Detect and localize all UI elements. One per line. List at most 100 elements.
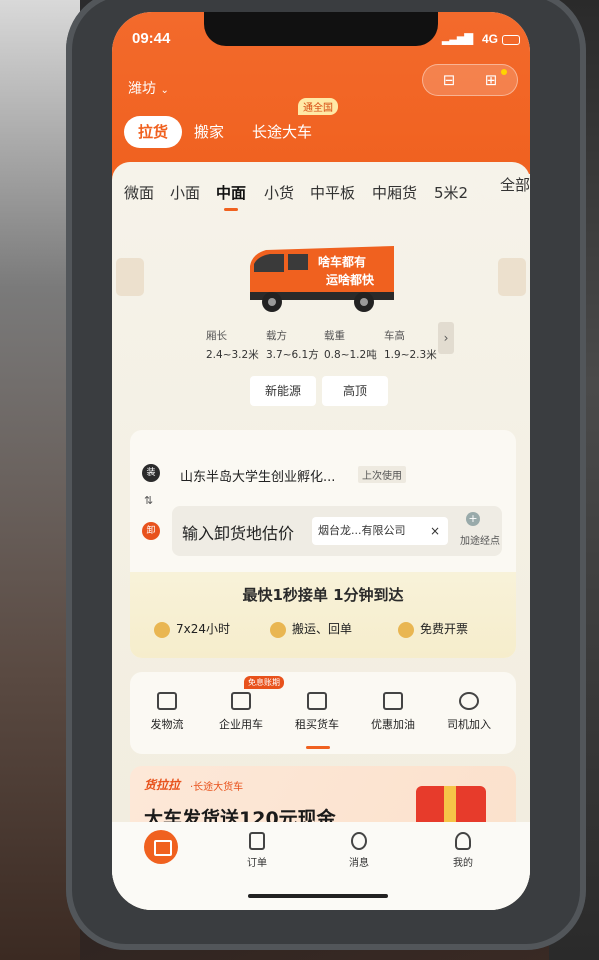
tab-label: 订单 [247, 858, 267, 869]
option-high-roof[interactable]: 高顶 [322, 376, 388, 406]
parcel-icon [157, 692, 177, 710]
service-driver-join[interactable]: 司机加入 [434, 692, 504, 732]
network-label: 4G [481, 32, 498, 46]
add-stop-label[interactable]: 加途经点 [460, 532, 500, 547]
app-screen: 09:44 ▂▃▅▇ 4G 潍坊 ⌄ ⊟ ⊞ 通全国 拉货 搬家 长途大车 微面… [112, 12, 530, 910]
spec-value: 3.7~6.1方 [266, 349, 319, 361]
header-tools: ⊟ ⊞ [422, 64, 518, 96]
services-page-indicator [306, 746, 330, 749]
service-fuel[interactable]: 优惠加油 [358, 692, 428, 732]
service-label: 司机加入 [447, 718, 491, 731]
add-stop-icon[interactable]: + [466, 512, 480, 526]
prev-vehicle-preview[interactable] [116, 258, 144, 296]
spec-label: 载重 [324, 330, 345, 342]
spec-height: 车高 1.9~2.3米 [384, 328, 437, 362]
tab-label: 消息 [349, 858, 369, 869]
vehicle-all-button[interactable]: 全部 [489, 174, 530, 195]
service-label: 企业用车 [219, 718, 263, 731]
load-address[interactable]: 山东半岛大学生创业孵化... [180, 466, 335, 485]
unload-placeholder: 输入卸货地估价 [182, 524, 295, 543]
brand-subtitle: ·长途大货车 [190, 782, 244, 793]
option-new-energy[interactable]: 新能源 [250, 376, 316, 406]
van-slogan-1: 啥车都有 [318, 254, 366, 269]
spec-value: 2.4~3.2米 [206, 349, 259, 361]
spec-length: 厢长 2.4~3.2米 [206, 328, 259, 362]
unload-address-field[interactable]: 输入卸货地估价 烟台龙...有限公司 × + 加途经点 [172, 506, 502, 556]
profile-icon [455, 832, 471, 850]
spec-load: 载重 0.8~1.2吨 [324, 328, 377, 362]
tab-profile[interactable]: 我的 [438, 832, 488, 869]
notification-dot [501, 69, 507, 75]
city-selector[interactable]: 潍坊 ⌄ [128, 78, 169, 98]
spec-label: 厢长 [206, 330, 227, 342]
vehicle-tab-xiaomian[interactable]: 小面 [170, 182, 200, 203]
order-icon [249, 832, 265, 850]
close-icon[interactable]: × [430, 517, 440, 545]
feature-invoice: 免费开票 [398, 620, 468, 638]
nationwide-badge: 通全国 [298, 98, 338, 115]
message-icon [351, 832, 367, 850]
vehicle-specs: 厢长 2.4~3.2米 载方 3.7~6.1方 载重 0.8~1.2吨 车高 1… [206, 328, 446, 364]
next-vehicle-preview[interactable] [498, 258, 526, 296]
brand-logo: 货拉拉 [144, 778, 181, 792]
last-used-tag: 上次使用 [358, 466, 406, 483]
van-slogan-2: 运啥都快 [326, 272, 375, 287]
van-illustration: 啥车都有 运啥都快 [250, 246, 394, 312]
status-time: 09:44 [132, 30, 171, 47]
battery-icon [502, 35, 520, 45]
home-indicator [248, 894, 388, 898]
address-suggestion[interactable]: 烟台龙...有限公司 × [312, 517, 448, 545]
service-logistics[interactable]: 发物流 [132, 692, 202, 732]
spec-volume: 载方 3.7~6.1方 [266, 328, 319, 362]
service-label: 优惠加油 [371, 718, 415, 731]
route-card: 装 山东半岛大学生创业孵化... 上次使用 ⇅ 卸 输入卸货地估价 烟台龙...… [130, 430, 516, 658]
promo-slogan: 最快1秒接单 1分钟到达 [242, 586, 404, 604]
suggestion-text: 烟台龙...有限公司 [318, 524, 406, 537]
gift-icon[interactable]: ⊞ [481, 71, 501, 91]
tab-long-haul[interactable]: 长途大车 [252, 116, 312, 148]
feature-label: 免费开票 [420, 622, 469, 636]
services-row: 免息账期 发物流 企业用车 租买货车 优惠加油 司机加入 [130, 672, 516, 754]
spec-value: 1.9~2.3米 [384, 349, 437, 361]
carry-icon [270, 621, 286, 638]
vehicle-tab-xiaohuo[interactable]: 小货 [264, 182, 294, 203]
vehicle-tab-zhongxianghuo[interactable]: 中厢货 [372, 182, 417, 203]
main-content: 微面 小面 中面 小货 中平板 中厢货 5米2 全部 啥车都有 运啥都快 厢长 … [112, 162, 530, 910]
notch [204, 12, 438, 46]
signal-icon: ▂▃▅▇ [442, 33, 473, 45]
service-label: 发物流 [150, 718, 184, 731]
load-tag: 装 [142, 464, 160, 482]
vehicle-tab-zhongmian[interactable]: 中面 [216, 182, 246, 211]
feature-24h: 7x24小时 [154, 620, 230, 638]
feature-label: 搬运、回单 [292, 622, 353, 636]
spec-label: 车高 [384, 330, 405, 342]
vehicle-tab-zhongpingban[interactable]: 中平板 [310, 182, 355, 203]
unload-tag: 卸 [142, 522, 160, 540]
vehicle-tab-weimian[interactable]: 微面 [124, 182, 154, 203]
tab-freight[interactable]: 拉货 [124, 116, 183, 148]
spec-more-arrow-icon[interactable]: › [438, 322, 454, 354]
free-credit-badge: 免息账期 [244, 676, 284, 689]
chevron-down-icon: ⌄ [160, 85, 169, 96]
fuel-icon [383, 692, 403, 710]
spec-label: 载方 [266, 330, 287, 342]
feature-carry: 搬运、回单 [270, 620, 352, 638]
scan-icon[interactable]: ⊟ [439, 71, 459, 91]
spec-value: 0.8~1.2吨 [324, 349, 377, 361]
tab-orders[interactable]: 订单 [232, 832, 282, 869]
home-truck-icon[interactable] [144, 830, 178, 864]
invoice-icon [398, 621, 414, 638]
city-label: 潍坊 [128, 81, 156, 97]
tab-moving[interactable]: 搬家 [194, 116, 224, 148]
vehicle-tab-5m2[interactable]: 5米2 [434, 182, 468, 203]
truck-icon [307, 692, 327, 710]
service-promo: 最快1秒接单 1分钟到达 7x24小时 搬运、回单 免费开票 [130, 572, 516, 658]
service-label: 租买货车 [295, 718, 339, 731]
tab-messages[interactable]: 消息 [334, 832, 384, 869]
clock-icon [154, 621, 170, 638]
service-enterprise[interactable]: 企业用车 [206, 692, 276, 732]
feature-label: 7x24小时 [176, 622, 231, 636]
service-truck-rental[interactable]: 租买货车 [282, 692, 352, 732]
swap-icon[interactable]: ⇅ [144, 494, 153, 507]
building-icon [231, 692, 251, 710]
